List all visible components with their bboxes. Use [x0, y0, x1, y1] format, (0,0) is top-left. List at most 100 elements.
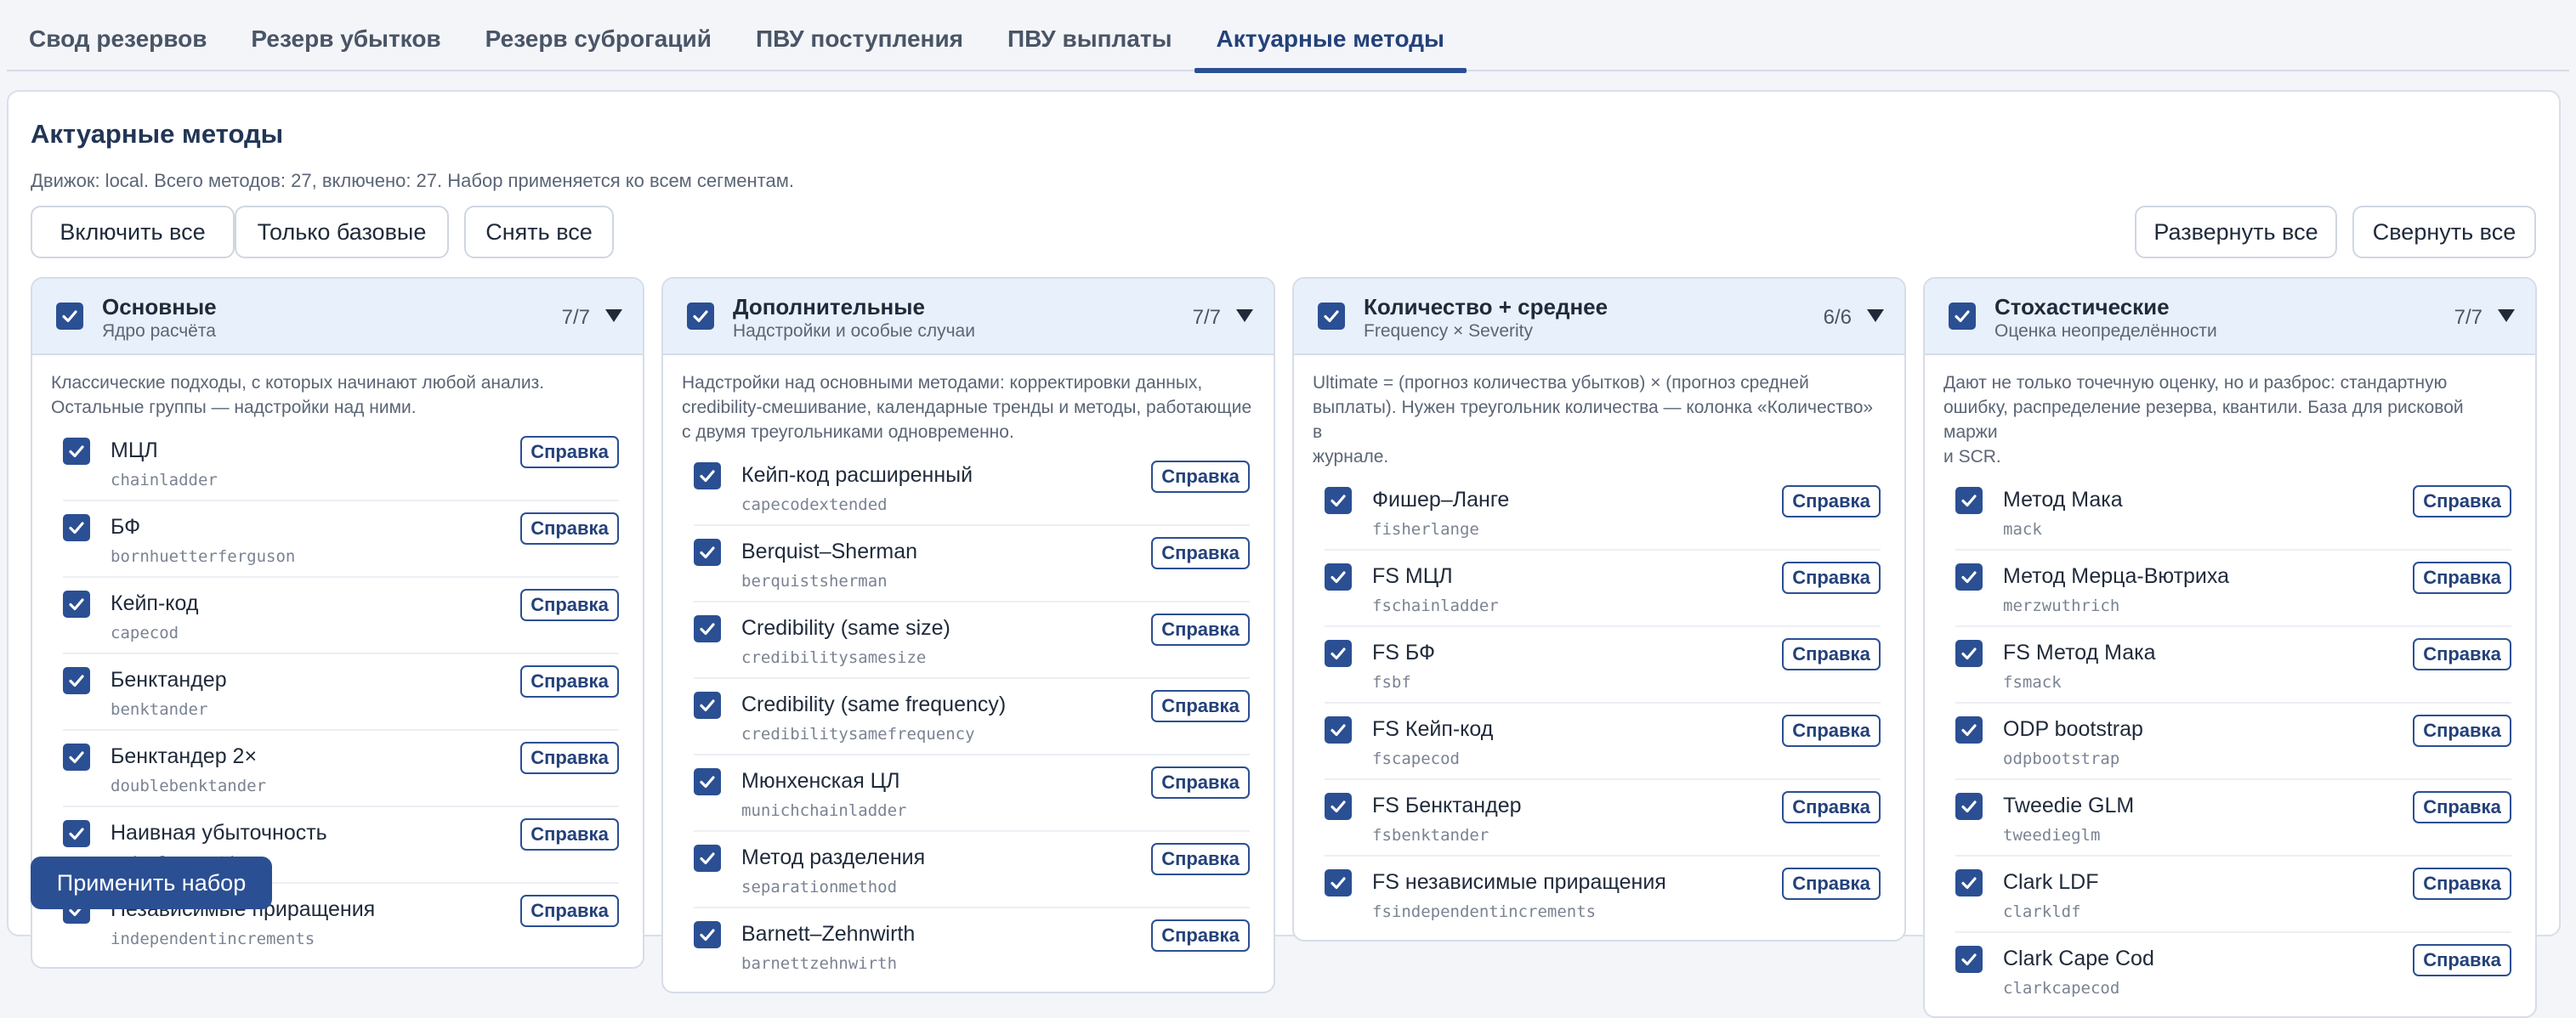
help-button[interactable]: Справка [2413, 562, 2511, 594]
enable-all-button[interactable]: Включить все [31, 206, 235, 258]
method-checkbox[interactable] [694, 539, 721, 566]
tab-pvu-payments[interactable]: ПВУ выплаты [985, 0, 1194, 71]
description-line: выплаты). Нужен треугольник количества —… [1313, 398, 1874, 442]
method-code: benktander [111, 700, 208, 719]
expand-all-button[interactable]: Развернуть все [2135, 206, 2337, 258]
collapse-all-button[interactable]: Свернуть все [2352, 206, 2536, 258]
group-checkbox[interactable] [1949, 303, 1976, 330]
help-button[interactable]: Справка [2413, 868, 2511, 900]
chevron-down-icon[interactable] [1236, 309, 1253, 322]
help-button[interactable]: Справка [1151, 537, 1250, 569]
method-checkbox[interactable] [1325, 487, 1352, 514]
help-button[interactable]: Справка [2413, 485, 2511, 517]
help-button[interactable]: Справка [1782, 562, 1881, 594]
methods-panel: Актуарные методы Движок: local. Всего ме… [7, 90, 2561, 1018]
help-button[interactable]: Справка [2413, 944, 2511, 976]
method-checkbox[interactable] [694, 768, 721, 795]
group-checkbox[interactable] [1318, 303, 1345, 330]
method-checkbox[interactable] [694, 462, 721, 489]
check-icon [1961, 877, 1977, 890]
method-checkbox[interactable] [63, 820, 90, 847]
description-line: Дают не только точечную оценку, но и раз… [1943, 373, 2448, 393]
page-title: Актуарные методы [31, 119, 284, 149]
method-checkbox[interactable] [1955, 487, 1983, 514]
help-button[interactable]: Справка [520, 665, 619, 698]
method-checkbox[interactable] [1325, 640, 1352, 667]
method-checkbox[interactable] [63, 667, 90, 694]
tab-pvu-receipts[interactable]: ПВУ поступления [734, 0, 985, 71]
method-checkbox[interactable] [694, 692, 721, 719]
help-button[interactable]: Справка [520, 436, 619, 468]
method-name: FS Бенктандер [1372, 794, 1522, 817]
chevron-down-icon[interactable] [1867, 309, 1884, 322]
apply-set-button[interactable]: Применить набор [31, 857, 272, 909]
method-code: chainladder [111, 471, 218, 489]
group-count: 6/6 [1823, 306, 1852, 329]
description-line: Ultimate = (прогноз количества убытков) … [1313, 373, 1809, 393]
help-button[interactable]: Справка [1151, 766, 1250, 799]
help-button[interactable]: Справка [1151, 919, 1250, 952]
method-code: fsmack [2003, 673, 2062, 692]
method-checkbox[interactable] [1325, 869, 1352, 896]
method-name: FS Метод Мака [2003, 641, 2156, 665]
method-checkbox[interactable] [1325, 793, 1352, 820]
group-description: Классические подходы, с которых начинают… [32, 355, 643, 420]
help-button[interactable]: Справка [520, 818, 619, 851]
method-checkbox[interactable] [1325, 563, 1352, 591]
method-row: Berquist–Sherman berquistsherman Справка [694, 526, 1250, 602]
method-checkbox[interactable] [694, 615, 721, 642]
help-button[interactable]: Справка [2413, 638, 2511, 670]
method-checkbox[interactable] [694, 845, 721, 872]
method-checkbox[interactable] [63, 744, 90, 771]
help-button[interactable]: Справка [1151, 843, 1250, 875]
tab-reserves-summary[interactable]: Свод резервов [7, 0, 229, 71]
method-code: fsbenktander [1372, 826, 1489, 845]
help-button[interactable]: Справка [1782, 715, 1881, 747]
help-button[interactable]: Справка [520, 512, 619, 545]
tab-actuarial-methods[interactable]: Актуарные методы [1194, 0, 1467, 73]
help-button[interactable]: Справка [1151, 614, 1250, 646]
tab-loss-reserve[interactable]: Резерв убытков [229, 0, 462, 71]
method-checkbox[interactable] [1955, 563, 1983, 591]
help-button[interactable]: Справка [2413, 715, 2511, 747]
help-button[interactable]: Справка [1782, 638, 1881, 670]
method-checkbox[interactable] [63, 591, 90, 618]
method-checkbox[interactable] [1955, 869, 1983, 896]
description-line: Остальные группы — надстройки над ними. [51, 398, 417, 417]
help-button[interactable]: Справка [1782, 485, 1881, 517]
check-icon [700, 929, 715, 942]
method-checkbox[interactable] [1955, 716, 1983, 744]
method-name: Бенктандер [111, 668, 227, 692]
tab-bar: Свод резервов Резерв убытков Резерв субр… [7, 0, 2569, 73]
group-checkbox[interactable] [56, 303, 83, 330]
method-checkbox[interactable] [63, 438, 90, 465]
help-button[interactable]: Справка [1151, 461, 1250, 493]
group-subtitle: Frequency × Severity [1364, 321, 1534, 341]
description-line: credibility-смешивание, календарные трен… [682, 398, 1252, 417]
group-description: Надстройки над основными методами: корре… [663, 355, 1274, 444]
group-title: Основные [102, 294, 217, 320]
method-checkbox[interactable] [1325, 716, 1352, 744]
tab-subrogation-reserve[interactable]: Резерв суброгаций [463, 0, 734, 71]
method-checkbox[interactable] [694, 921, 721, 948]
method-group-card: Количество + среднее Frequency × Severity… [1292, 277, 1906, 942]
help-button[interactable]: Справка [2413, 791, 2511, 823]
group-checkbox[interactable] [687, 303, 714, 330]
method-checkbox[interactable] [1955, 640, 1983, 667]
method-checkbox[interactable] [1955, 946, 1983, 973]
description-line: и SCR. [1943, 447, 2001, 467]
method-row: БФ bornhuetterferguson Справка [63, 501, 619, 578]
help-button[interactable]: Справка [520, 895, 619, 927]
help-button[interactable]: Справка [1151, 690, 1250, 722]
chevron-down-icon[interactable] [2498, 309, 2515, 322]
chevron-down-icon[interactable] [605, 309, 622, 322]
help-button[interactable]: Справка [1782, 868, 1881, 900]
clear-all-button[interactable]: Снять все [464, 206, 614, 258]
help-button[interactable]: Справка [1782, 791, 1881, 823]
method-checkbox[interactable] [1955, 793, 1983, 820]
method-checkbox[interactable] [63, 514, 90, 541]
help-button[interactable]: Справка [520, 742, 619, 774]
method-group-card: Стохастические Оценка неопределённости 7/7… [1923, 277, 2537, 1018]
help-button[interactable]: Справка [520, 589, 619, 621]
base-only-button[interactable]: Только базовые [235, 206, 449, 258]
